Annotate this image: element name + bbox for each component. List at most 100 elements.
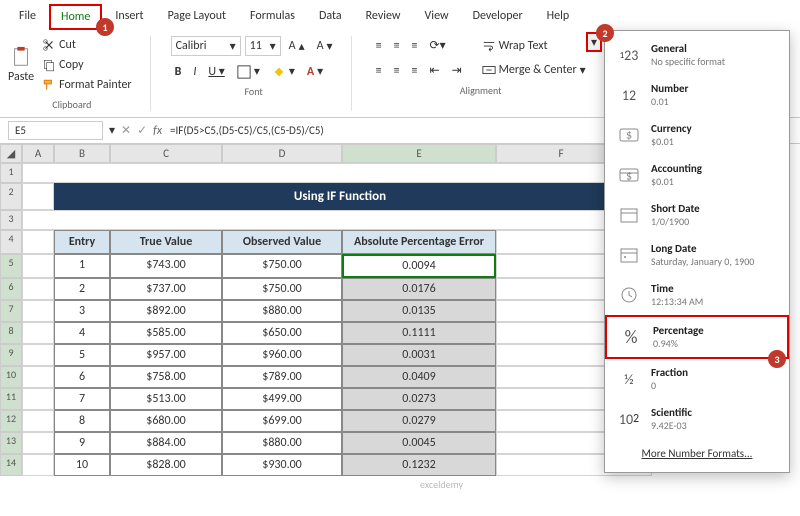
row-header[interactable]: 8 xyxy=(0,322,22,344)
table-cell[interactable]: 0.0031 xyxy=(342,344,496,366)
format-fraction[interactable]: ½Fraction0 xyxy=(605,359,789,399)
row-header[interactable]: 6 xyxy=(0,278,22,300)
fx-icon[interactable]: fx xyxy=(153,124,162,138)
font-color-button[interactable]: A▾ xyxy=(303,62,327,81)
tab-data[interactable]: Data xyxy=(308,4,353,30)
table-cell[interactable]: $750.00 xyxy=(222,278,342,300)
indent-decrease-button[interactable]: ⇤ xyxy=(426,61,444,80)
align-left-button[interactable]: ≡ xyxy=(372,62,386,80)
tab-help[interactable]: Help xyxy=(536,4,581,30)
name-box[interactable]: E5 xyxy=(8,121,103,140)
table-cell[interactable]: $699.00 xyxy=(222,410,342,432)
tab-view[interactable]: View xyxy=(414,4,460,30)
cell[interactable] xyxy=(22,254,54,278)
table-cell[interactable]: 0.0135 xyxy=(342,300,496,322)
name-box-chevron-icon[interactable]: ▾ xyxy=(109,123,115,138)
row-header[interactable]: 11 xyxy=(0,388,22,410)
format-general[interactable]: 123GeneralNo specific format xyxy=(605,35,789,75)
table-cell[interactable]: 3 xyxy=(54,300,110,322)
cell[interactable] xyxy=(22,230,54,254)
table-cell[interactable]: 4 xyxy=(54,322,110,344)
table-cell[interactable]: $880.00 xyxy=(222,432,342,454)
copy-button[interactable]: Copy xyxy=(38,56,136,74)
table-cell[interactable]: 5 xyxy=(54,344,110,366)
active-cell[interactable]: 0.0094 xyxy=(342,254,496,278)
row-header[interactable]: 13 xyxy=(0,432,22,454)
font-name-select[interactable]: Calibri▾ xyxy=(171,36,241,56)
row-header[interactable]: 9 xyxy=(0,344,22,366)
format-time[interactable]: Time12:13:34 AM xyxy=(605,275,789,315)
table-cell[interactable]: 8 xyxy=(54,410,110,432)
format-short-date[interactable]: Short Date1/0/1900 xyxy=(605,195,789,235)
paste-label[interactable]: Paste xyxy=(8,70,34,84)
row-header[interactable]: 4 xyxy=(0,230,22,254)
row-header[interactable]: 12 xyxy=(0,410,22,432)
table-cell[interactable]: $880.00 xyxy=(222,300,342,322)
table-cell[interactable]: 0.1232 xyxy=(342,454,496,476)
table-cell[interactable]: 0.0045 xyxy=(342,432,496,454)
increase-font-button[interactable]: A▴ xyxy=(285,37,309,56)
table-cell[interactable]: $513.00 xyxy=(110,388,222,410)
font-size-select[interactable]: 11▾ xyxy=(245,36,281,56)
table-cell[interactable]: $960.00 xyxy=(222,344,342,366)
cell[interactable] xyxy=(22,410,54,432)
format-scientific[interactable]: 102Scientific9.42E-03 xyxy=(605,399,789,439)
table-cell[interactable]: 0.0279 xyxy=(342,410,496,432)
table-cell[interactable]: $957.00 xyxy=(110,344,222,366)
cell[interactable] xyxy=(22,388,54,410)
format-currency[interactable]: $Currency$0.01 xyxy=(605,115,789,155)
table-cell[interactable]: 9 xyxy=(54,432,110,454)
table-cell[interactable]: 0.0273 xyxy=(342,388,496,410)
align-center-button[interactable]: ≡ xyxy=(390,62,404,80)
cell[interactable] xyxy=(22,278,54,300)
row-header[interactable]: 2 xyxy=(0,183,22,210)
tab-review[interactable]: Review xyxy=(355,4,412,30)
table-cell[interactable]: $930.00 xyxy=(222,454,342,476)
table-cell[interactable]: 2 xyxy=(54,278,110,300)
table-cell[interactable]: $650.00 xyxy=(222,322,342,344)
table-cell[interactable]: $680.00 xyxy=(110,410,222,432)
row-header[interactable]: 1 xyxy=(0,163,22,183)
border-button[interactable]: ▾ xyxy=(233,62,264,81)
cell[interactable] xyxy=(22,210,652,230)
row-header[interactable]: 5 xyxy=(0,254,22,278)
cell[interactable] xyxy=(22,183,54,210)
decrease-font-button[interactable]: A▾ xyxy=(313,37,337,56)
align-middle-button[interactable]: ≡ xyxy=(390,37,404,55)
row-header[interactable]: 14 xyxy=(0,454,22,476)
cell[interactable] xyxy=(22,300,54,322)
accept-formula-icon[interactable]: ✓ xyxy=(137,123,147,138)
table-cell[interactable]: $758.00 xyxy=(110,366,222,388)
more-number-formats[interactable]: More Number Formats... xyxy=(605,439,789,468)
bold-button[interactable]: B xyxy=(171,63,186,81)
table-cell[interactable]: $585.00 xyxy=(110,322,222,344)
row-header[interactable]: 7 xyxy=(0,300,22,322)
italic-button[interactable]: I xyxy=(189,63,200,81)
table-cell[interactable]: 0.0409 xyxy=(342,366,496,388)
col-header[interactable]: D xyxy=(222,144,342,163)
tab-formulas[interactable]: Formulas xyxy=(239,4,306,30)
align-right-button[interactable]: ≡ xyxy=(408,62,422,80)
wrap-text-button[interactable]: Wrap Text xyxy=(478,37,590,55)
table-cell[interactable]: 6 xyxy=(54,366,110,388)
tab-home[interactable]: Home xyxy=(49,4,102,30)
cell[interactable] xyxy=(22,163,652,183)
orientation-button[interactable]: ⟳▾ xyxy=(426,36,450,55)
table-cell[interactable]: 1 xyxy=(54,254,110,278)
format-painter-button[interactable]: Format Painter xyxy=(38,76,136,94)
col-header[interactable]: E xyxy=(342,144,496,163)
format-percentage[interactable]: %Percentage0.94% xyxy=(605,315,789,359)
cell[interactable] xyxy=(22,322,54,344)
table-cell[interactable]: 0.1111 xyxy=(342,322,496,344)
table-cell[interactable]: 7 xyxy=(54,388,110,410)
select-all-corner[interactable]: ◢ xyxy=(0,144,22,163)
col-header[interactable]: C xyxy=(110,144,222,163)
table-cell[interactable]: $789.00 xyxy=(222,366,342,388)
cell[interactable] xyxy=(22,432,54,454)
align-top-button[interactable]: ≡ xyxy=(372,37,386,55)
tab-file[interactable]: File xyxy=(8,4,47,30)
underline-button[interactable]: U ▾ xyxy=(204,62,228,81)
col-header[interactable]: B xyxy=(54,144,110,163)
table-cell[interactable]: $884.00 xyxy=(110,432,222,454)
table-cell[interactable]: $828.00 xyxy=(110,454,222,476)
